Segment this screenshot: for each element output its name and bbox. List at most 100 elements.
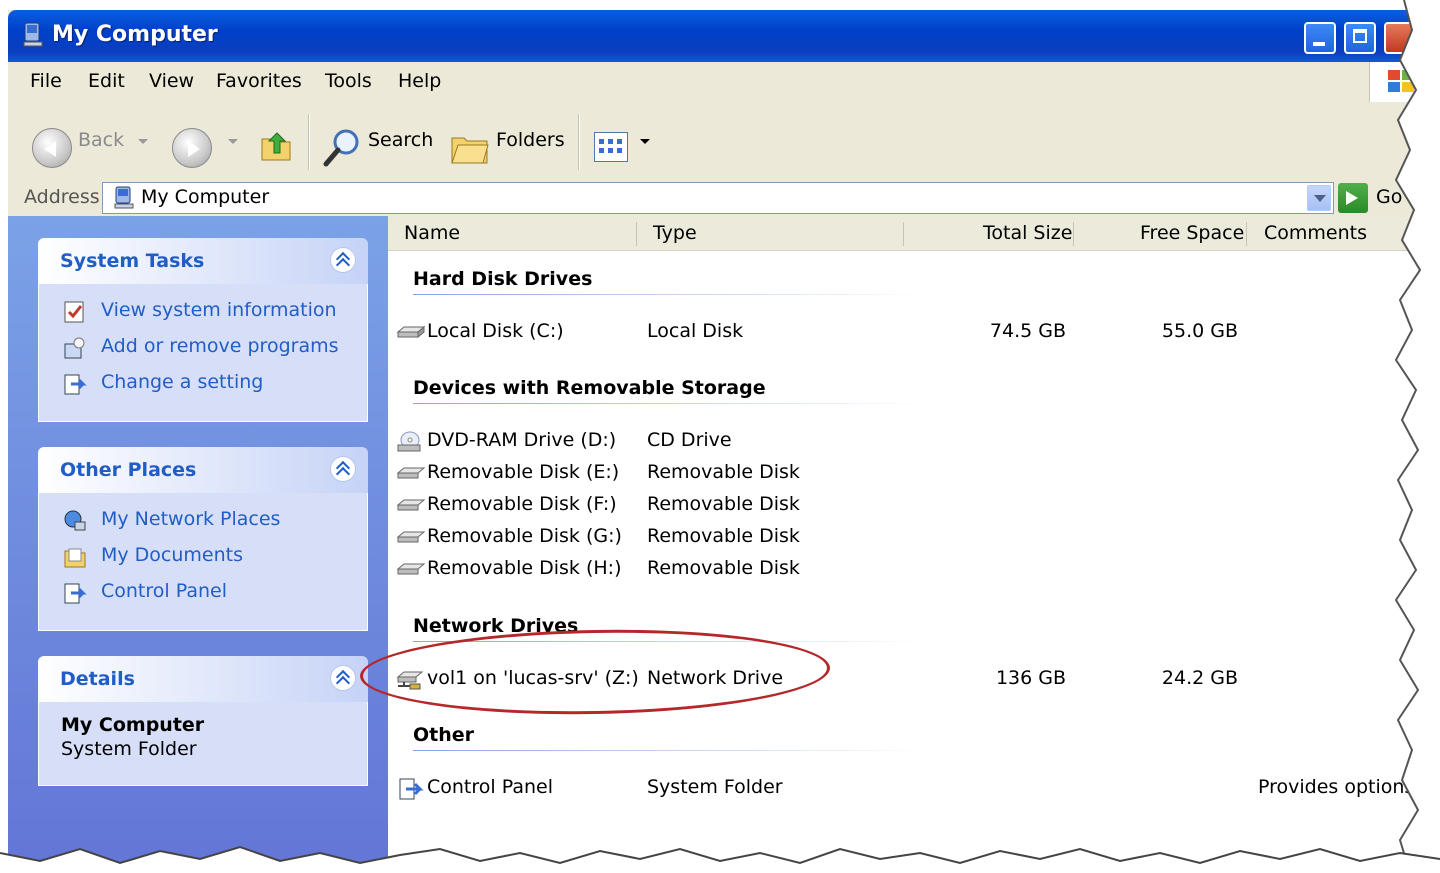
place-control-panel[interactable]: Control Panel bbox=[39, 575, 367, 611]
maximize-button[interactable] bbox=[1344, 22, 1376, 54]
item-row-control-panel[interactable]: Control Panel System Folder Provides opt… bbox=[396, 774, 1440, 804]
drive-row-h[interactable]: Removable Disk (H:) Removable Disk bbox=[396, 555, 1440, 585]
drive-free-space: 55.0 GB bbox=[1161, 320, 1238, 342]
minimize-icon bbox=[1313, 42, 1325, 46]
drive-row-f[interactable]: Removable Disk (F:) Removable Disk bbox=[396, 491, 1440, 521]
place-label[interactable]: My Documents bbox=[101, 544, 243, 566]
forward-button[interactable] bbox=[172, 128, 212, 168]
menu-bar: File Edit View Favorites Tools Help bbox=[8, 62, 1440, 103]
task-label[interactable]: Change a setting bbox=[101, 371, 263, 393]
title-bar[interactable]: My Computer bbox=[8, 10, 1440, 62]
control-panel-icon bbox=[399, 778, 424, 800]
column-divider[interactable] bbox=[1246, 222, 1247, 246]
place-my-documents[interactable]: My Documents bbox=[39, 539, 367, 575]
search-icon[interactable] bbox=[320, 126, 364, 170]
address-bar: Address My Computer Go bbox=[8, 180, 1440, 216]
my-documents-icon bbox=[64, 548, 86, 568]
system-tasks-panel: System Tasks View system information Add… bbox=[38, 238, 368, 422]
go-arrow-icon[interactable] bbox=[1338, 183, 1368, 213]
place-my-network-places[interactable]: My Network Places bbox=[39, 503, 367, 539]
system-info-icon bbox=[64, 301, 84, 323]
address-value[interactable]: My Computer bbox=[141, 186, 269, 208]
file-list: Name Type Total Size Free Space Comments… bbox=[388, 216, 1440, 873]
task-pane: System Tasks View system information Add… bbox=[8, 216, 388, 873]
torn-edge-decoration bbox=[1394, 0, 1440, 873]
column-header-name[interactable]: Name bbox=[404, 222, 460, 244]
folders-icon[interactable] bbox=[450, 130, 490, 166]
up-folder-icon[interactable] bbox=[260, 129, 294, 163]
task-change-setting[interactable]: Change a setting bbox=[39, 366, 367, 402]
views-icon[interactable] bbox=[594, 132, 628, 162]
drive-free-space: 24.2 GB bbox=[1161, 667, 1238, 689]
menu-help[interactable]: Help bbox=[398, 70, 441, 92]
column-header-comments[interactable]: Comments bbox=[1264, 222, 1367, 244]
back-arrow-icon bbox=[44, 141, 56, 157]
menu-tools[interactable]: Tools bbox=[325, 70, 372, 92]
details-panel: Details My Computer System Folder bbox=[38, 656, 368, 786]
address-dropdown-button[interactable] bbox=[1307, 185, 1331, 211]
collapse-icon[interactable] bbox=[330, 665, 356, 691]
details-item-type: System Folder bbox=[61, 738, 197, 760]
system-tasks-header[interactable]: System Tasks bbox=[38, 238, 368, 284]
details-title[interactable]: Details bbox=[60, 668, 135, 690]
drive-name[interactable]: Local Disk (C:) bbox=[427, 320, 564, 342]
task-label[interactable]: View system information bbox=[101, 299, 337, 321]
forward-arrow-icon bbox=[188, 141, 200, 157]
back-label[interactable]: Back bbox=[78, 129, 124, 151]
drive-name[interactable]: Removable Disk (G:) bbox=[427, 525, 622, 547]
other-places-header[interactable]: Other Places bbox=[38, 447, 368, 493]
search-label[interactable]: Search bbox=[368, 129, 433, 151]
hard-disk-icon bbox=[396, 325, 426, 339]
column-divider[interactable] bbox=[903, 222, 904, 246]
column-divider[interactable] bbox=[636, 222, 637, 246]
back-button[interactable] bbox=[32, 128, 72, 168]
item-type: System Folder bbox=[647, 776, 783, 798]
drive-name[interactable]: DVD-RAM Drive (D:) bbox=[427, 429, 616, 451]
column-header-free-space[interactable]: Free Space bbox=[1140, 222, 1244, 244]
back-dropdown-icon[interactable] bbox=[138, 139, 148, 144]
column-divider[interactable] bbox=[1073, 222, 1074, 246]
views-dropdown-icon[interactable] bbox=[640, 139, 650, 144]
drive-type: Removable Disk bbox=[647, 525, 800, 547]
removable-disk-icon bbox=[396, 531, 426, 543]
drive-row-g[interactable]: Removable Disk (G:) Removable Disk bbox=[396, 523, 1440, 553]
task-label[interactable]: Add or remove programs bbox=[101, 335, 339, 357]
drive-name[interactable]: Removable Disk (F:) bbox=[427, 493, 617, 515]
task-add-remove-programs[interactable]: Add or remove programs bbox=[39, 330, 367, 366]
group-other: Other bbox=[413, 724, 475, 746]
item-name[interactable]: Control Panel bbox=[427, 776, 553, 798]
system-tasks-title[interactable]: System Tasks bbox=[60, 250, 204, 272]
task-view-system-information[interactable]: View system information bbox=[39, 294, 367, 330]
drive-name[interactable]: Removable Disk (E:) bbox=[427, 461, 619, 483]
column-header-type[interactable]: Type bbox=[653, 222, 697, 244]
drive-row-d[interactable]: DVD-RAM Drive (D:) CD Drive bbox=[396, 427, 1440, 457]
column-header-bar: Name Type Total Size Free Space Comments bbox=[388, 216, 1440, 251]
details-header[interactable]: Details bbox=[38, 656, 368, 702]
drive-total-size: 136 GB bbox=[995, 667, 1066, 689]
place-label[interactable]: Control Panel bbox=[101, 580, 227, 602]
address-field[interactable]: My Computer bbox=[102, 182, 1334, 214]
place-label[interactable]: My Network Places bbox=[101, 508, 280, 530]
menu-file[interactable]: File bbox=[30, 70, 62, 92]
system-tasks-body: View system information Add or remove pr… bbox=[38, 284, 368, 422]
menu-view[interactable]: View bbox=[149, 70, 194, 92]
group-divider bbox=[413, 750, 923, 751]
add-remove-programs-icon bbox=[64, 337, 85, 359]
details-body: My Computer System Folder bbox=[38, 702, 368, 786]
drive-row-c[interactable]: Local Disk (C:) Local Disk 74.5 GB 55.0 … bbox=[396, 318, 1440, 348]
window-title: My Computer bbox=[52, 22, 218, 47]
menu-favorites[interactable]: Favorites bbox=[216, 70, 302, 92]
other-places-title[interactable]: Other Places bbox=[60, 459, 196, 481]
column-header-total-size[interactable]: Total Size bbox=[983, 222, 1072, 244]
minimize-button[interactable] bbox=[1304, 22, 1336, 54]
drive-name[interactable]: Removable Disk (H:) bbox=[427, 557, 622, 579]
dvd-drive-icon bbox=[397, 431, 421, 452]
forward-dropdown-icon[interactable] bbox=[228, 139, 238, 144]
torn-edge-decoration bbox=[0, 845, 1440, 873]
collapse-icon[interactable] bbox=[330, 456, 356, 482]
toolbar-separator bbox=[578, 114, 580, 170]
collapse-icon[interactable] bbox=[330, 247, 356, 273]
drive-row-e[interactable]: Removable Disk (E:) Removable Disk bbox=[396, 459, 1440, 489]
menu-edit[interactable]: Edit bbox=[88, 70, 125, 92]
folders-label[interactable]: Folders bbox=[496, 129, 565, 151]
